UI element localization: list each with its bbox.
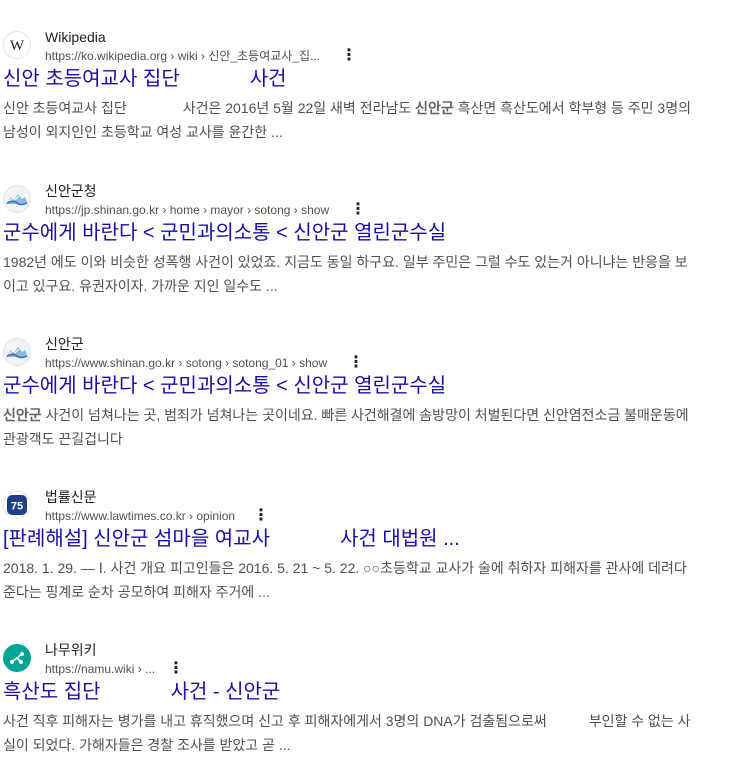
site-url: https://www.lawtimes.co.kr › opinion bbox=[45, 509, 236, 523]
result-source[interactable]: 나무위키 https://namu.wiki › ... ⋮ bbox=[0, 641, 733, 677]
more-vert-icon[interactable]: ⋮ bbox=[350, 202, 366, 218]
result-snippet: 1982년 에도 이와 비슷한 성폭행 사건이 있었죠. 지금도 동일 하구요.… bbox=[3, 254, 688, 294]
result-snippet: 신안 초등여교사 집단 사건은 2016년 5월 22일 새벽 전라남도 신안군 … bbox=[3, 100, 691, 140]
result-title[interactable]: 군수에게 바란다 < 군민과의소통 < 신안군 열린군수실 bbox=[3, 220, 446, 246]
svg-text:75: 75 bbox=[11, 501, 23, 513]
result-snippet: 2018. 1. 29. — Ⅰ. 사건 개요 피고인들은 2016. 5. 2… bbox=[3, 560, 687, 600]
site-name: 법률신문 bbox=[45, 489, 97, 505]
result-source[interactable]: 신안군청 https://jp.shinan.go.kr › home › ma… bbox=[0, 182, 733, 218]
site-name: 나무위키 bbox=[45, 642, 97, 658]
result-title[interactable]: [판례해설] 신안군 섬마을 여교사 사건 대법원 ... bbox=[3, 526, 460, 552]
result-title[interactable]: 신안 초등여교사 집단 사건 bbox=[3, 66, 287, 92]
more-vert-icon[interactable]: ⋮ bbox=[253, 508, 269, 524]
svg-text:W: W bbox=[10, 38, 25, 53]
namuwiki-logo-icon bbox=[3, 644, 31, 672]
wikipedia-logo-icon: W bbox=[3, 31, 31, 59]
more-vert-icon[interactable]: ⋮ bbox=[168, 661, 184, 677]
more-vert-icon[interactable]: ⋮ bbox=[348, 355, 364, 371]
site-url: https://www.shinan.go.kr › sotong › soto… bbox=[45, 356, 328, 370]
site-url: https://ko.wikipedia.org › wiki › 신안_초등여… bbox=[45, 49, 321, 63]
result-snippet: 신안군 사건이 넘쳐나는 곳, 범죄가 넘쳐나는 곳이네요. 빠른 사건해결에 … bbox=[3, 407, 689, 447]
site-name: 신안군 bbox=[45, 336, 84, 352]
shinan-county-logo-icon bbox=[3, 185, 31, 213]
result-snippet: 사건 직후 피해자는 병가를 내고 휴직했으며 신고 후 피해자에게서 3명의 … bbox=[3, 713, 691, 753]
site-name: 신안군청 bbox=[45, 183, 97, 199]
lawtimes-logo-icon: 75 bbox=[3, 491, 31, 519]
result-title[interactable]: 흑산도 집단 사건 - 신안군 bbox=[3, 679, 280, 705]
site-name: Wikipedia bbox=[45, 29, 106, 45]
site-url: https://jp.shinan.go.kr › home › mayor ›… bbox=[45, 203, 330, 217]
result-source[interactable]: 신안군 https://www.shinan.go.kr › sotong › … bbox=[0, 335, 733, 371]
result-title[interactable]: 군수에게 바란다 < 군민과의소통 < 신안군 열린군수실 bbox=[3, 373, 446, 399]
site-url: https://namu.wiki › ... bbox=[45, 662, 156, 676]
result-source[interactable]: 75 법률신문 https://www.lawtimes.co.kr › opi… bbox=[0, 488, 733, 524]
shinan-county-logo-icon bbox=[3, 338, 31, 366]
result-source[interactable]: W Wikipedia https://ko.wikipedia.org › w… bbox=[0, 28, 733, 64]
more-vert-icon[interactable]: ⋮ bbox=[341, 48, 357, 64]
